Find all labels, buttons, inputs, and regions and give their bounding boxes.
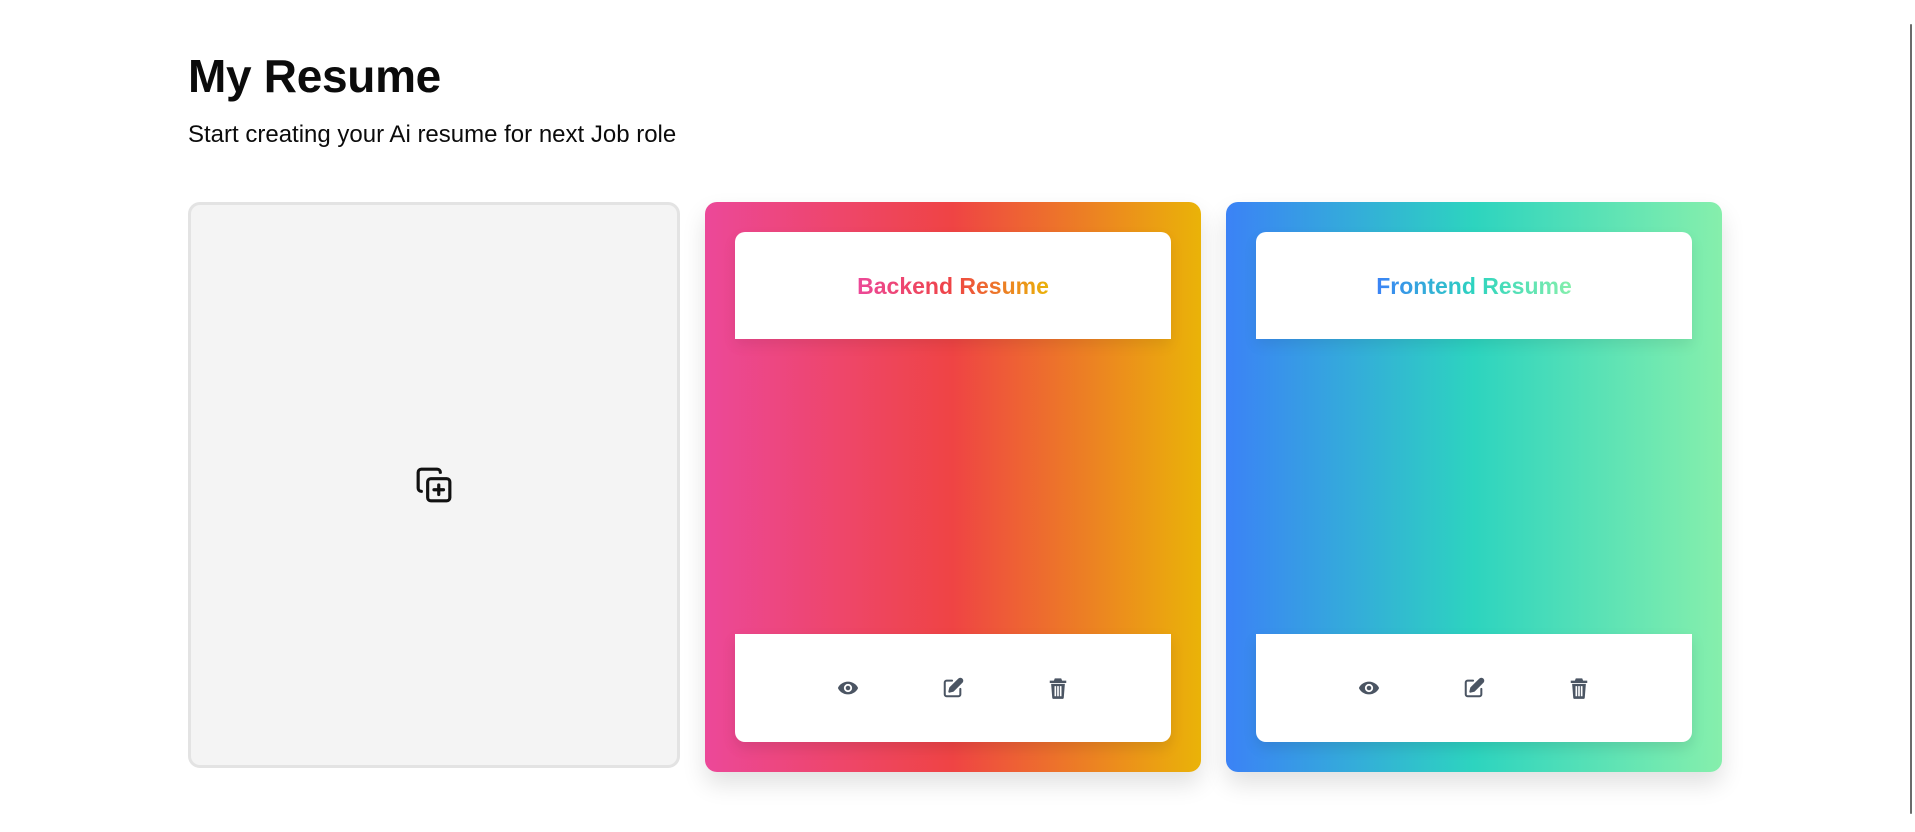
resume-title: Backend Resume <box>857 272 1049 299</box>
resume-card-backend[interactable]: Backend Resume <box>705 202 1201 772</box>
edit-icon <box>942 677 964 699</box>
page-scrollbar[interactable] <box>1909 0 1915 832</box>
trash-icon <box>1048 677 1068 699</box>
copy-plus-icon <box>415 466 453 504</box>
trash-icon <box>1569 677 1589 699</box>
scrollbar-thumb[interactable] <box>1910 24 1912 814</box>
eye-icon <box>1358 677 1380 699</box>
resume-title: Frontend Resume <box>1376 272 1572 299</box>
delete-resume-button[interactable] <box>1038 668 1078 708</box>
delete-resume-button[interactable] <box>1559 668 1599 708</box>
page: My Resume Start creating your Ai resume … <box>0 0 1915 832</box>
resume-card-header[interactable]: Frontend Resume <box>1256 232 1692 339</box>
page-subtitle: Start creating your Ai resume for next J… <box>188 121 677 148</box>
main-content: My Resume Start creating your Ai resume … <box>188 0 1728 772</box>
edit-resume-button[interactable] <box>933 668 973 708</box>
resume-card-frontend[interactable]: Frontend Resume <box>1226 202 1722 772</box>
resume-card-actions <box>735 634 1171 742</box>
view-resume-button[interactable] <box>1349 668 1389 708</box>
edit-icon <box>1463 677 1485 699</box>
resume-card-actions <box>1256 634 1692 742</box>
resume-card-header[interactable]: Backend Resume <box>735 232 1171 339</box>
edit-resume-button[interactable] <box>1454 668 1494 708</box>
add-resume-card[interactable] <box>188 202 680 768</box>
resume-grid: Backend Resume Frontend Resume <box>188 202 1722 772</box>
eye-icon <box>837 677 859 699</box>
page-title: My Resume <box>188 50 441 102</box>
view-resume-button[interactable] <box>828 668 868 708</box>
